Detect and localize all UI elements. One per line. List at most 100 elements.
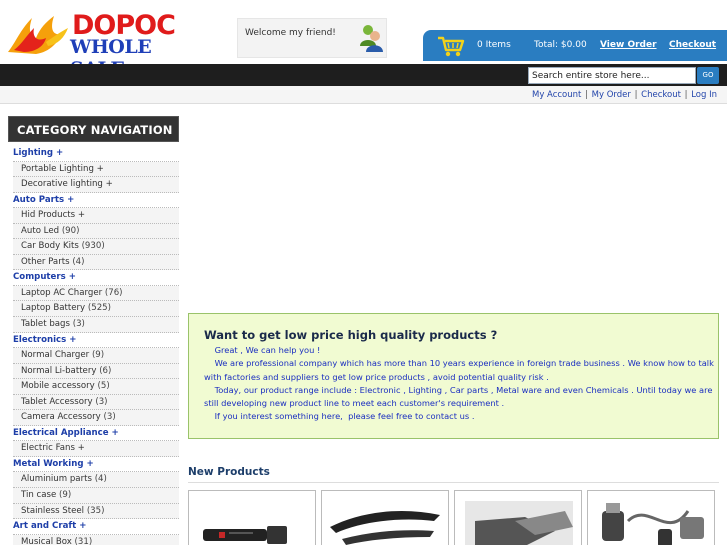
category-count: (4): [72, 256, 85, 267]
category-count: (525): [87, 303, 111, 314]
page: DOPOC WHOLE SALE Welcome my friend! 0 It…: [0, 0, 727, 545]
category-sidebar: CATEGORY NAVIGATION Lighting + Portable L…: [7, 116, 179, 545]
subcategory-item[interactable]: Laptop AC Charger (76): [13, 285, 179, 302]
category-label: Car Body Kits: [21, 241, 79, 252]
welcome-text: Welcome my friend!: [245, 28, 336, 38]
category-label: Camera Accessory: [21, 412, 101, 423]
category-count: (76): [104, 287, 123, 298]
category-label: Electronics +: [13, 334, 77, 345]
category-label: Normal Li-battery: [21, 365, 97, 376]
category-label: Portable Lighting +: [21, 163, 104, 174]
category-item[interactable]: Electronics +: [13, 333, 179, 349]
subcategory-item[interactable]: Aluminium parts (4): [13, 472, 179, 489]
category-count: (31): [74, 536, 93, 545]
my-order-link[interactable]: My Order: [592, 90, 631, 100]
category-label: Electric Fans +: [21, 443, 85, 454]
subcategory-item[interactable]: Portable Lighting +: [13, 161, 179, 178]
flame-logo-icon: [8, 16, 68, 54]
category-label: Metal Working +: [13, 458, 94, 469]
subcategory-item[interactable]: Tablet bags (3): [13, 317, 179, 333]
promo-body: Great , We can help you ! We are profess…: [204, 344, 716, 424]
separator: |: [684, 90, 688, 100]
flashlight-product-image: [203, 526, 287, 544]
category-count: (9): [59, 490, 72, 501]
category-label: Auto Parts +: [13, 194, 75, 205]
subcategory-item[interactable]: Decorative lighting +: [13, 177, 179, 193]
subcategory-item[interactable]: Hid Products +: [13, 208, 179, 224]
top-links: My Account | My Order | Checkout | Log I…: [532, 90, 717, 100]
subcategory-item[interactable]: Normal Li-battery (6): [13, 363, 179, 380]
category-label: Art and Craft +: [13, 521, 87, 532]
subcategory-item[interactable]: Camera Accessory (3): [13, 410, 179, 426]
view-order-link[interactable]: View Order: [600, 40, 657, 50]
search-input[interactable]: [528, 67, 696, 84]
category-label: Auto Led: [21, 225, 60, 236]
subcategory-item[interactable]: Laptop Battery (525): [13, 301, 179, 318]
product-card-accessory[interactable]: [454, 490, 582, 545]
separator: |: [634, 90, 638, 100]
header: DOPOC WHOLE SALE Welcome my friend! 0 It…: [0, 0, 727, 80]
category-count: (930): [81, 241, 105, 252]
subcategory-item[interactable]: Stainless Steel (35): [13, 503, 179, 520]
category-label: Aluminium parts: [21, 474, 92, 485]
category-count: (35): [86, 505, 105, 516]
login-link[interactable]: Log In: [691, 90, 717, 100]
product-card-charger[interactable]: [587, 490, 715, 545]
checkout-link[interactable]: Checkout: [669, 40, 716, 50]
charger-product-image: [602, 503, 704, 545]
category-count: (9): [91, 350, 105, 361]
category-label: Laptop AC Charger: [21, 287, 103, 298]
subcategory-item[interactable]: Tablet Accessory (3): [13, 394, 179, 411]
subcategory-item[interactable]: Tin case (9): [13, 488, 179, 504]
category-label: Hid Products +: [21, 210, 86, 221]
promo-line: with factories and suppliers to get low …: [204, 371, 549, 382]
subcategory-item[interactable]: Car Body Kits (930): [13, 239, 179, 255]
category-item[interactable]: Auto Parts +: [13, 193, 179, 209]
category-label: Musical Box: [21, 536, 72, 545]
subcategory-item[interactable]: Other Parts (4): [13, 254, 179, 271]
checkout-top-link[interactable]: Checkout: [641, 90, 681, 100]
promo-line: Today, our product range include : Elect…: [204, 384, 713, 395]
shopping-cart-icon[interactable]: [437, 35, 465, 57]
subcategory-item[interactable]: Normal Charger (9): [13, 348, 179, 364]
welcome-box: Welcome my friend!: [237, 18, 387, 58]
category-label: Tablet Accessory: [21, 396, 93, 407]
new-products-heading: New Products: [188, 466, 270, 478]
category-item[interactable]: Metal Working +: [13, 457, 179, 473]
category-item[interactable]: Lighting +: [13, 146, 179, 162]
subcategory-item[interactable]: Electric Fans +: [13, 441, 179, 457]
my-account-link[interactable]: My Account: [532, 90, 581, 100]
car-part-product-image: [330, 511, 440, 545]
category-item[interactable]: Art and Craft +: [13, 519, 179, 535]
category-label: Laptop Battery: [21, 303, 86, 314]
subcategory-item[interactable]: Auto Led (90): [13, 223, 179, 240]
separator: |: [585, 90, 588, 100]
category-count: (3): [95, 396, 108, 407]
subcategory-item[interactable]: Musical Box (31): [13, 534, 179, 545]
category-item[interactable]: Electrical Appliance +: [13, 426, 179, 442]
category-list: Lighting + Portable Lighting + Decorative …: [13, 146, 179, 545]
top-links-bar: My Account | My Order | Checkout | Log I…: [0, 86, 727, 104]
promo-line: If you interest something here, please f…: [204, 411, 475, 422]
divider: [188, 482, 719, 483]
cart-total: Total: $0.00: [534, 40, 587, 50]
search-go-button[interactable]: GO: [697, 67, 719, 84]
category-count: (4): [94, 474, 107, 485]
product-card-flashlight[interactable]: [188, 490, 316, 545]
category-item[interactable]: Computers +: [13, 270, 179, 286]
category-count: (5): [97, 381, 110, 392]
subcategory-item[interactable]: Mobile accessory (5): [13, 379, 179, 395]
category-label: Decorative lighting +: [21, 179, 113, 190]
category-label: Stainless Steel: [21, 505, 85, 516]
promo-line: We are professional company which has mo…: [204, 358, 714, 369]
logo[interactable]: DOPOC WHOLE SALE: [6, 10, 206, 80]
category-label: Normal Charger: [21, 350, 90, 361]
category-count: (3): [72, 319, 85, 330]
search-bar: GO: [0, 64, 727, 86]
promo-title: Want to get low price high quality produ…: [204, 328, 498, 342]
category-nav-title: CATEGORY NAVIGATION: [8, 116, 179, 142]
promo-line: still developing new product line to mee…: [204, 398, 505, 409]
cart-items: 0 Items: [477, 40, 511, 50]
product-card-car-part[interactable]: [321, 490, 449, 545]
category-label: Tablet bags: [21, 319, 70, 330]
